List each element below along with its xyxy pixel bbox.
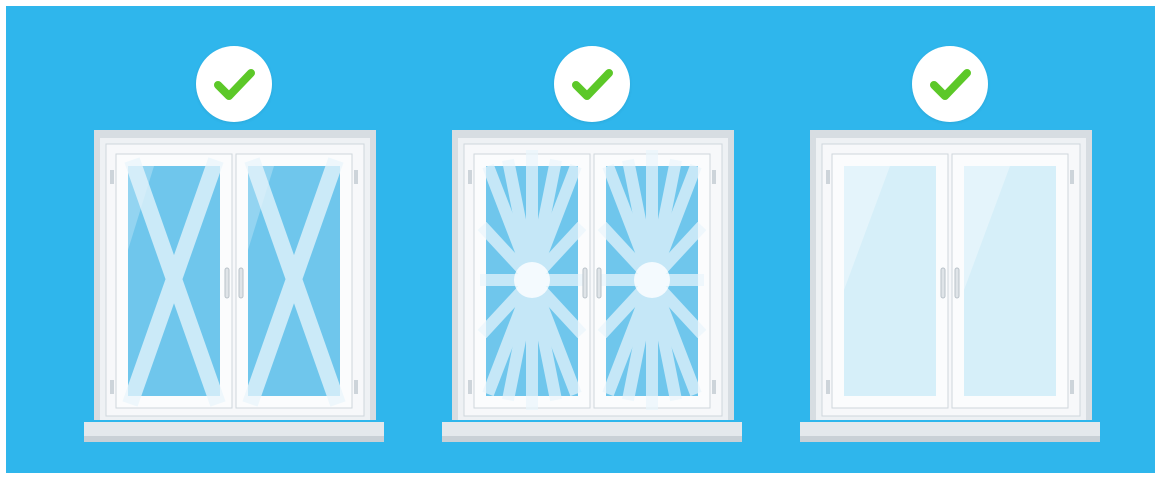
window-starburst-tape bbox=[442, 130, 742, 448]
window-x-tape bbox=[84, 130, 384, 448]
check-icon bbox=[214, 69, 255, 100]
window-panel-x-tape bbox=[84, 6, 384, 473]
check-icon bbox=[930, 69, 971, 100]
check-badge bbox=[196, 46, 272, 122]
check-badge bbox=[912, 46, 988, 122]
window-protective-film bbox=[800, 130, 1100, 448]
window-panel-starburst-tape bbox=[442, 6, 742, 473]
window-panel-protective-film bbox=[800, 6, 1100, 473]
check-icon bbox=[572, 69, 613, 100]
check-badge bbox=[554, 46, 630, 122]
scene-background bbox=[6, 6, 1155, 473]
